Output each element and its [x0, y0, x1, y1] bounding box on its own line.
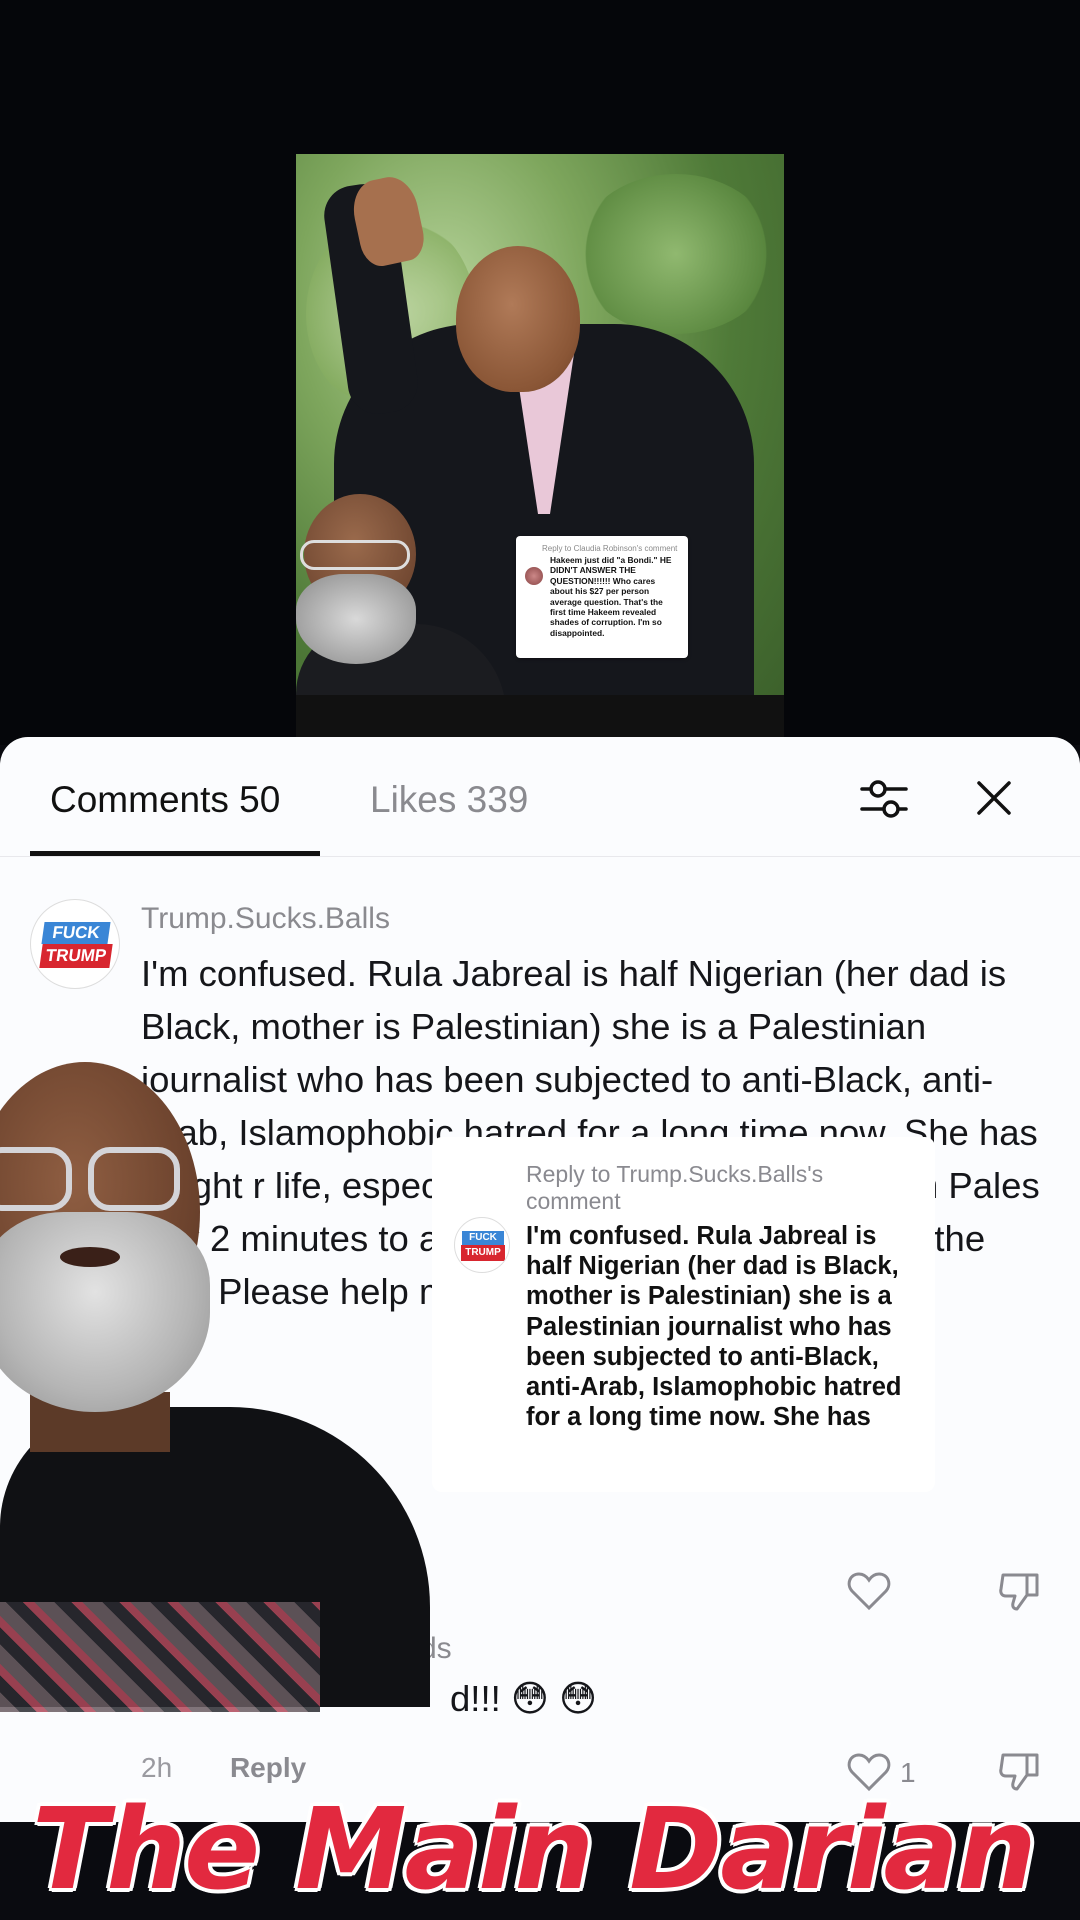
avatar [525, 567, 543, 585]
reply-comment-sticker: FUCK TRUMP Reply to Trump.Sucks.Balls's … [432, 1137, 935, 1492]
close-button[interactable] [970, 777, 1018, 821]
avatar-text-bottom: TRUMP [461, 1245, 505, 1261]
video-player[interactable]: Reply to Claudia Robinson's comment Hake… [0, 0, 1080, 745]
foliage [576, 174, 776, 334]
photo-bottom-strip [296, 695, 784, 737]
brand-banner: The Main Darian [0, 1780, 1080, 1920]
heart-icon[interactable] [847, 1571, 891, 1611]
tab-comments[interactable]: Comments 50 [50, 779, 280, 821]
reply-sticker-text: I'm confused. Rula Jabreal is half Niger… [526, 1222, 902, 1432]
sliders-icon [860, 780, 908, 818]
reply-sticker-header: Reply to Trump.Sucks.Balls's comment [526, 1161, 824, 1214]
tab-underline [30, 851, 320, 856]
comment-text: d!!! 😳 😳 [450, 1678, 598, 1719]
creator-beard [0, 1212, 210, 1412]
avatar: FUCK TRUMP [454, 1217, 510, 1273]
comment-username[interactable]: Trump.Sucks.Balls [141, 902, 390, 936]
creator-beard [296, 574, 416, 664]
glasses-icon [0, 1147, 190, 1217]
glasses-lens [0, 1147, 72, 1211]
avatar-text-top: FUCK [41, 922, 111, 944]
comment-time: 2h [141, 1752, 173, 1783]
reply-button[interactable]: Reply [230, 1752, 306, 1783]
person-head [456, 246, 580, 392]
sticker-text: Hakeem just did "a Bondi." HE DIDN'T ANS… [550, 555, 672, 638]
tab-likes[interactable]: Likes 339 [370, 779, 528, 821]
brand-title: The Main Darian [31, 1784, 1039, 1917]
avatar[interactable]: FUCK TRUMP [30, 899, 120, 989]
shirt-print [0, 1602, 320, 1712]
creator-camera-overlay [0, 1062, 440, 1712]
tabs-bar: Comments 50 Likes 339 [0, 737, 1080, 857]
video-reply-sticker: Reply to Claudia Robinson's comment Hake… [516, 536, 688, 658]
close-icon [977, 781, 1011, 815]
dislike-icon[interactable] [997, 1569, 1041, 1613]
filter-button[interactable] [860, 777, 908, 821]
avatar-text-bottom: TRUMP [39, 944, 113, 968]
creator-glasses [300, 540, 410, 570]
glasses-lens [88, 1147, 180, 1211]
avatar-text-top: FUCK [462, 1231, 504, 1245]
sticker-title: Reply to Claudia Robinson's comment [542, 544, 678, 553]
creator-mouth [60, 1247, 120, 1267]
